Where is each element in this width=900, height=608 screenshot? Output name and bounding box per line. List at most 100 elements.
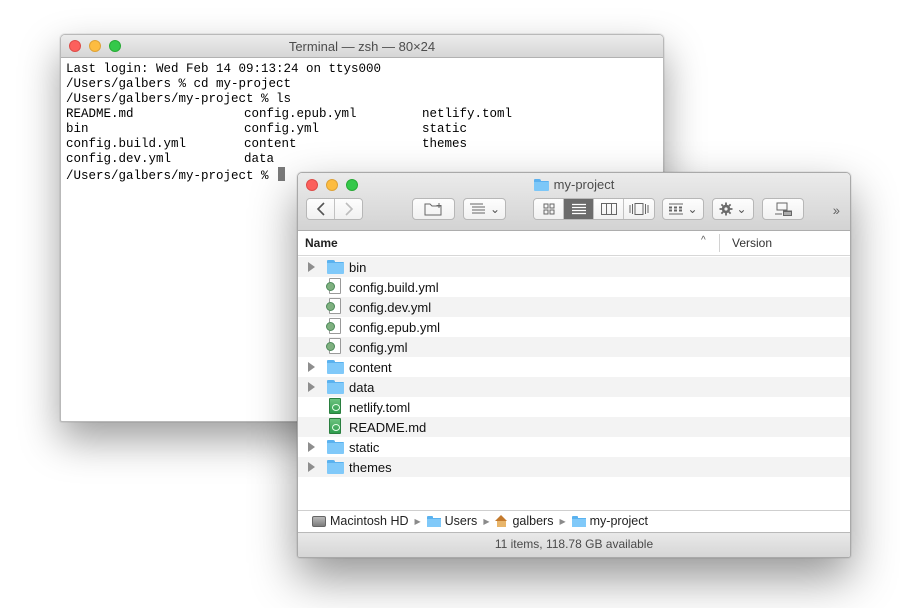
ls-output-row: config.build.yml content themes	[66, 137, 658, 152]
ls-entry: themes	[422, 137, 468, 151]
chevron-down-icon: ⌄	[736, 202, 747, 216]
column-divider[interactable]	[719, 234, 720, 252]
new-folder-button[interactable]	[412, 198, 455, 220]
file-row-config-dev-yml[interactable]: config.dev.yml	[298, 297, 850, 317]
ls-output-row: README.md config.epub.yml netlify.toml	[66, 107, 658, 122]
path-bar: Macintosh HD ▶ Users ▶ galbers ▶ my-proj…	[298, 510, 850, 531]
toolbar-overflow-button[interactable]: ››	[833, 202, 840, 218]
disclosure-triangle-icon[interactable]	[308, 362, 315, 372]
path-item-galbers[interactable]: galbers	[495, 514, 553, 528]
file-row-config-build-yml[interactable]: config.build.yml	[298, 277, 850, 297]
ls-entry: content	[244, 137, 297, 151]
path-item-users[interactable]: Users	[426, 514, 477, 528]
folder-icon	[426, 515, 441, 527]
file-name: bin	[349, 260, 367, 275]
terminal-line: /Users/galbers % cd my-project	[66, 77, 292, 91]
finder-toolbar[interactable]: my-project ⌄ ⌄ ⌄ ››	[298, 173, 850, 231]
gear-icon	[719, 202, 733, 216]
ls-entry: bin	[66, 122, 89, 136]
column-view-button[interactable]	[594, 199, 624, 219]
disclosure-triangle-icon[interactable]	[308, 462, 315, 472]
ls-entry: data	[244, 152, 275, 166]
list-view-button[interactable]	[564, 199, 594, 219]
path-separator-icon: ▶	[483, 516, 490, 526]
disclosure-triangle-icon[interactable]	[308, 262, 315, 272]
text-cursor	[278, 167, 286, 181]
file-name: themes	[349, 460, 392, 475]
file-name: config.build.yml	[349, 280, 439, 295]
finder-window[interactable]: my-project ⌄ ⌄ ⌄ ›› Name ^ Version bin c…	[297, 172, 851, 558]
file-row-content[interactable]: content	[298, 357, 850, 377]
forward-button[interactable]	[335, 199, 362, 219]
file-row-config-epub-yml[interactable]: config.epub.yml	[298, 317, 850, 337]
file-row-netlify-toml[interactable]: netlify.toml	[298, 397, 850, 417]
path-item-macintosh-hd[interactable]: Macintosh HD	[312, 514, 409, 528]
path-label: galbers	[512, 514, 554, 528]
file-row-config-yml[interactable]: config.yml	[298, 337, 850, 357]
connect-button[interactable]	[762, 198, 804, 220]
chevron-down-icon: ⌄	[489, 202, 501, 216]
ls-entry: netlify.toml	[422, 107, 513, 121]
ls-output-row: bin config.yml static	[66, 122, 658, 137]
folder-icon	[327, 380, 344, 394]
yml-document-icon	[326, 338, 341, 354]
file-name: netlify.toml	[349, 400, 411, 415]
path-separator-icon: ▶	[414, 516, 421, 526]
column-view-icon	[600, 203, 617, 215]
file-row-bin[interactable]: bin	[298, 257, 850, 277]
action-button[interactable]: ⌄	[712, 198, 754, 220]
file-name: config.epub.yml	[349, 320, 441, 335]
connect-icon	[775, 202, 792, 216]
cover-flow-icon	[629, 203, 649, 215]
chevron-down-icon: ⌄	[687, 202, 698, 216]
arrange-button[interactable]: ⌄	[463, 198, 506, 220]
icon-view-icon	[543, 203, 554, 215]
name-column-header[interactable]: Name	[305, 236, 338, 250]
path-label: my-project	[589, 514, 648, 528]
folder-icon	[533, 178, 549, 191]
cover-flow-button[interactable]	[624, 199, 654, 219]
folder-icon	[327, 460, 344, 474]
path-item-my-project[interactable]: my-project	[571, 514, 648, 528]
version-column-header[interactable]: Version	[732, 236, 772, 250]
terminal-titlebar[interactable]: Terminal — zsh — 80×24	[61, 35, 663, 58]
arrange-icon	[469, 203, 485, 214]
file-name: config.dev.yml	[349, 300, 432, 315]
file-list: bin config.build.yml config.dev.yml conf…	[298, 256, 850, 497]
file-name: data	[349, 380, 375, 395]
folder-icon	[327, 360, 344, 374]
status-bar: 11 items, 118.78 GB available	[298, 532, 850, 557]
disclosure-triangle-icon[interactable]	[308, 382, 315, 392]
new-folder-icon	[424, 203, 441, 216]
ls-entry: config.yml	[244, 122, 320, 136]
ls-entry: static	[422, 122, 468, 136]
group-icon	[669, 203, 684, 215]
file-row-readme-md[interactable]: README.md	[298, 417, 850, 437]
terminal-line: Last login: Wed Feb 14 09:13:24 on ttys0…	[66, 62, 382, 76]
back-button[interactable]	[307, 199, 335, 219]
chevron-right-icon	[344, 202, 353, 216]
ls-entry: config.build.yml	[66, 137, 187, 151]
ls-entry: config.epub.yml	[244, 107, 357, 121]
group-button[interactable]: ⌄	[662, 198, 704, 220]
path-label: Macintosh HD	[330, 514, 409, 528]
empty-row	[298, 477, 850, 497]
disclosure-triangle-icon[interactable]	[308, 442, 315, 452]
ls-entry: config.dev.yml	[66, 152, 172, 166]
list-view-icon	[571, 203, 586, 215]
sort-ascending-icon: ^	[701, 235, 706, 246]
icon-view-button[interactable]	[534, 199, 564, 219]
file-row-static[interactable]: static	[298, 437, 850, 457]
folder-icon	[571, 515, 586, 527]
chevron-left-icon	[316, 202, 325, 216]
yml-document-icon	[326, 318, 341, 334]
terminal-output[interactable]: Last login: Wed Feb 14 09:13:24 on ttys0…	[61, 58, 663, 186]
home-icon	[495, 515, 508, 527]
file-name: config.yml	[349, 340, 408, 355]
file-row-themes[interactable]: themes	[298, 457, 850, 477]
back-forward-control	[306, 198, 363, 220]
file-name: content	[349, 360, 392, 375]
folder-icon	[327, 440, 344, 454]
file-row-data[interactable]: data	[298, 377, 850, 397]
path-separator-icon: ▶	[559, 516, 566, 526]
